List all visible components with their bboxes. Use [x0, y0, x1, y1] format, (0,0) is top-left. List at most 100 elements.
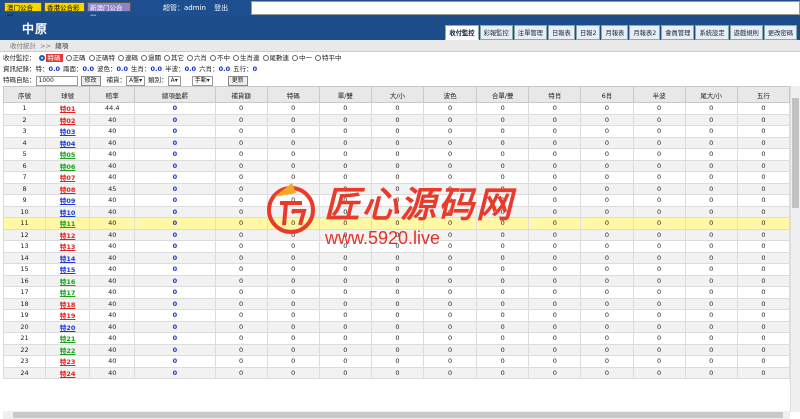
ball-number[interactable]: 特12 — [45, 228, 91, 241]
monitor-option-3[interactable]: 連碼 — [115, 53, 138, 64]
ball-number[interactable]: 特09 — [45, 194, 91, 207]
nav-tab-2[interactable]: 注單管理 — [513, 25, 547, 40]
nav-tab-1[interactable]: 彩報監控 — [479, 25, 513, 40]
table-row[interactable]: 15 特15 40 0 0 0 0 0 0 0 0 0 0 0 0 — [2, 263, 791, 276]
table-row[interactable]: 22 特22 40 0 0 0 0 0 0 0 0 0 0 0 0 — [2, 343, 791, 356]
ball-number[interactable]: 特07 — [45, 171, 91, 184]
ball-number[interactable]: 特10 — [45, 205, 91, 218]
update-button[interactable]: 更新 — [227, 75, 248, 86]
nav-tab-5[interactable]: 月報表 — [601, 25, 629, 40]
nav-tab-3[interactable]: 日報表 — [547, 25, 575, 40]
lottery-new-macau-button[interactable]: 新澳门公合彩 — [87, 2, 131, 22]
nav-tab-9[interactable]: 遊戲規則 — [729, 25, 763, 40]
ball-number[interactable]: 特04 — [45, 136, 91, 149]
ball-number[interactable]: 特15 — [45, 263, 91, 276]
horizontal-scrollbar[interactable] — [3, 411, 790, 419]
ball-number[interactable]: 特21 — [45, 332, 91, 345]
modify-button[interactable]: 修改 — [80, 75, 101, 86]
table-row[interactable]: 10 特10 40 0 0 0 0 0 0 0 0 0 0 0 0 — [2, 205, 791, 218]
nav-tab-6[interactable]: 月報表2 — [629, 25, 661, 40]
radio-icon[interactable] — [164, 55, 170, 61]
ball-number[interactable]: 特24 — [45, 366, 91, 379]
monitor-option-4[interactable]: 過關 — [138, 53, 161, 64]
table-row[interactable]: 5 特05 40 0 0 0 0 0 0 0 0 0 0 0 0 — [2, 148, 791, 161]
logout-link[interactable]: 登出 — [214, 4, 228, 12]
table-row[interactable]: 19 特19 40 0 0 0 0 0 0 0 0 0 0 0 0 — [2, 309, 791, 322]
ball-number[interactable]: 特23 — [45, 355, 91, 368]
radio-icon[interactable] — [141, 55, 147, 61]
table-row[interactable]: 18 特18 40 0 0 0 0 0 0 0 0 0 0 0 0 — [2, 297, 791, 310]
bet-select[interactable]: A盤▾ — [126, 75, 146, 86]
table-row[interactable]: 16 特16 40 0 0 0 0 0 0 0 0 0 0 0 0 — [2, 274, 791, 287]
ball-number[interactable]: 特05 — [45, 148, 91, 161]
lottery-macau-button[interactable]: 澳门公合彩 — [4, 2, 42, 22]
ball-number[interactable]: 特08 — [45, 182, 91, 195]
table-row[interactable]: 8 特08 45 0 0 0 0 0 0 0 0 0 0 0 0 — [2, 182, 791, 195]
radio-icon[interactable] — [262, 55, 269, 61]
monitor-option-0[interactable]: 特碼 — [36, 53, 63, 64]
radio-icon[interactable] — [292, 55, 298, 61]
radio-icon[interactable] — [233, 55, 239, 61]
ball-number[interactable]: 特01 — [45, 102, 91, 115]
table-row[interactable]: 17 特17 40 0 0 0 0 0 0 0 0 0 0 0 0 — [2, 286, 791, 299]
vertical-scrollbar[interactable] — [790, 86, 800, 412]
ball-number[interactable]: 特16 — [45, 274, 91, 287]
monitor-option-1[interactable]: 正碼 — [63, 53, 86, 64]
monitor-option-10[interactable]: 中一 — [289, 53, 312, 64]
breadcrumb-parent[interactable]: 收付統計 — [10, 42, 36, 50]
table-row[interactable]: 14 特14 40 0 0 0 0 0 0 0 0 0 0 0 0 — [2, 251, 791, 264]
ball-number[interactable]: 特19 — [45, 309, 91, 322]
manual-select[interactable]: 手動▾ — [191, 75, 213, 86]
nav-tab-7[interactable]: 會員管理 — [661, 25, 695, 40]
ball-number[interactable]: 特17 — [45, 286, 91, 299]
scrollbar-thumb[interactable] — [792, 98, 799, 208]
nav-tab-10[interactable]: 更改密碼 — [763, 25, 797, 40]
radio-icon[interactable] — [210, 55, 216, 61]
table-row[interactable]: 7 特07 40 0 0 0 0 0 0 0 0 0 0 0 0 — [2, 171, 791, 184]
ball-number[interactable]: 特03 — [45, 125, 91, 138]
monitor-option-7[interactable]: 不中 — [207, 53, 230, 64]
ball-number[interactable]: 特13 — [45, 240, 91, 253]
radio-icon[interactable] — [118, 55, 124, 61]
table-row[interactable]: 24 特24 40 0 0 0 0 0 0 0 0 0 0 0 0 — [2, 366, 791, 379]
table-row[interactable]: 12 特12 40 0 0 0 0 0 0 0 0 0 0 0 0 — [2, 228, 791, 241]
ball-number[interactable]: 特06 — [45, 159, 91, 172]
ball-number[interactable]: 特22 — [45, 343, 91, 356]
monitor-option-8[interactable]: 生肖連 — [230, 53, 260, 64]
monitor-option-5[interactable]: 其它 — [161, 53, 184, 64]
lottery-hongkong-button[interactable]: 香港公合彩 — [44, 2, 85, 12]
radio-icon[interactable] — [38, 55, 45, 61]
monitor-option-2[interactable]: 正碼特 — [86, 53, 115, 64]
hscrollbar-thumb[interactable] — [13, 412, 783, 418]
table-row[interactable]: 4 特04 40 0 0 0 0 0 0 0 0 0 0 0 0 — [2, 136, 791, 149]
nav-tab-8[interactable]: 系統設定 — [695, 25, 729, 40]
monitor-option-label: 特平中 — [322, 54, 342, 62]
table-row[interactable]: 23 特23 40 0 0 0 0 0 0 0 0 0 0 0 0 — [2, 355, 791, 368]
table-row[interactable]: 9 特09 40 0 0 0 0 0 0 0 0 0 0 0 0 — [2, 194, 791, 207]
table-row[interactable]: 2 特02 40 0 0 0 0 0 0 0 0 0 0 0 0 — [2, 113, 791, 126]
nav-tab-0[interactable]: 收付監控 — [445, 25, 479, 40]
table-row[interactable]: 20 特20 40 0 0 0 0 0 0 0 0 0 0 0 0 — [2, 320, 791, 333]
table-row[interactable]: 11 特11 40 0 0 0 0 0 0 0 0 0 0 0 0 — [2, 217, 791, 230]
table-row[interactable]: 3 特03 40 0 0 0 0 0 0 0 0 0 0 0 0 — [2, 125, 791, 138]
ball-number[interactable]: 特02 — [45, 113, 91, 126]
ball-number[interactable]: 特20 — [45, 320, 91, 333]
radio-icon[interactable] — [315, 55, 321, 61]
ball-number[interactable]: 特11 — [45, 217, 91, 230]
self-input[interactable]: 1000 — [35, 75, 78, 86]
table-row[interactable]: 6 特06 40 0 0 0 0 0 0 0 0 0 0 0 0 — [2, 159, 791, 172]
table-row[interactable]: 1 特01 44.4 0 0 0 0 0 0 0 0 0 0 0 0 — [2, 102, 791, 115]
ball-number[interactable]: 特14 — [45, 251, 91, 264]
ball-number[interactable]: 特18 — [45, 297, 91, 310]
monitor-option-11[interactable]: 特平中 — [312, 53, 342, 64]
radio-icon[interactable] — [187, 55, 193, 61]
top-input[interactable] — [251, 1, 800, 15]
monitor-option-6[interactable]: 六肖 — [184, 53, 207, 64]
nav-tab-4[interactable]: 日報2 — [575, 25, 601, 40]
radio-icon[interactable] — [88, 55, 95, 61]
table-row[interactable]: 21 特21 40 0 0 0 0 0 0 0 0 0 0 0 0 — [2, 332, 791, 345]
category-select[interactable]: A▾ — [167, 75, 181, 86]
monitor-option-9[interactable]: 尾數連 — [260, 53, 289, 64]
radio-icon[interactable] — [65, 55, 72, 61]
table-row[interactable]: 13 特13 40 0 0 0 0 0 0 0 0 0 0 0 0 — [2, 240, 791, 253]
